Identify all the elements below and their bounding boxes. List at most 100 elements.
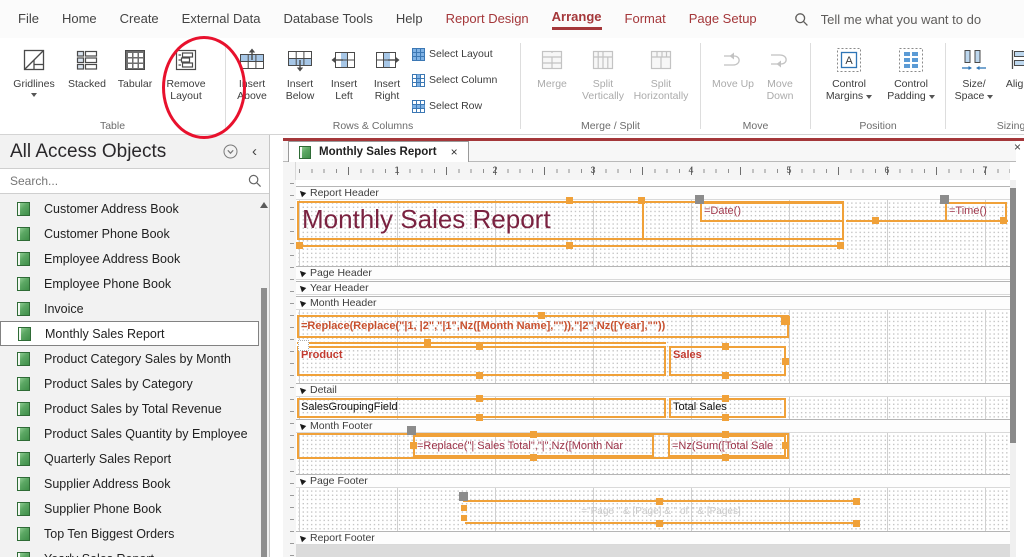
insert-below-button[interactable]: Insert Below bbox=[278, 44, 322, 103]
section-bar-page-header[interactable]: Page Header bbox=[296, 266, 1010, 280]
selection-handle[interactable] bbox=[530, 454, 537, 461]
selection-handle[interactable] bbox=[476, 395, 483, 402]
selection-handle[interactable] bbox=[461, 505, 467, 511]
selection-handle[interactable] bbox=[530, 431, 537, 438]
layout-cell-divider[interactable] bbox=[642, 201, 644, 240]
select-layout-button[interactable]: Select Layout bbox=[412, 46, 493, 62]
vertical-scrollbar-thumb[interactable] bbox=[1010, 188, 1016, 443]
select-column-button[interactable]: Select Column bbox=[412, 72, 497, 88]
tell-me-input[interactable] bbox=[818, 10, 1024, 28]
nav-search-box[interactable] bbox=[0, 168, 269, 194]
selection-handle[interactable] bbox=[566, 197, 573, 204]
menu-help[interactable]: Help bbox=[396, 11, 423, 28]
selection-handle[interactable] bbox=[410, 442, 417, 449]
nav-pane-header[interactable]: All Access Objects ‹ bbox=[0, 135, 269, 168]
menu-report-design[interactable]: Report Design bbox=[446, 11, 529, 28]
section-bar-month-header[interactable]: Month Header bbox=[296, 296, 1010, 310]
time-textbox[interactable]: =Time() bbox=[945, 202, 1007, 222]
nav-item-product-sales-by-total-revenue[interactable]: Product Sales by Total Revenue bbox=[0, 396, 259, 421]
nav-item-supplier-address-book[interactable]: Supplier Address Book bbox=[0, 471, 259, 496]
nav-item-employee-phone-book[interactable]: Employee Phone Book bbox=[0, 271, 259, 296]
layout-row-line[interactable] bbox=[846, 220, 1008, 222]
nav-search-input[interactable] bbox=[8, 173, 248, 189]
selection-handle[interactable] bbox=[656, 498, 663, 505]
remove-layout-button[interactable]: Remove Layout bbox=[160, 44, 212, 103]
nav-pane-menu-icon[interactable] bbox=[223, 144, 238, 159]
selection-handle[interactable] bbox=[296, 242, 303, 249]
move-handle[interactable] bbox=[459, 492, 468, 501]
control-margins-button[interactable]: A Control Margins bbox=[820, 44, 878, 103]
nav-item-product-category-sales-by-month[interactable]: Product Category Sales by Month bbox=[0, 346, 259, 371]
tab-monthly-sales-report[interactable]: Monthly Sales Report × bbox=[288, 141, 469, 162]
vertical-scrollbar[interactable] bbox=[1010, 180, 1016, 557]
nav-item-supplier-phone-book[interactable]: Supplier Phone Book bbox=[0, 496, 259, 521]
nav-item-employee-address-book[interactable]: Employee Address Book bbox=[0, 246, 259, 271]
menu-page-setup[interactable]: Page Setup bbox=[689, 11, 757, 28]
selection-handle[interactable] bbox=[538, 312, 545, 319]
selection-handle[interactable] bbox=[722, 395, 729, 402]
move-handle[interactable] bbox=[407, 426, 416, 435]
menu-database-tools[interactable]: Database Tools bbox=[283, 11, 372, 28]
selection-handle[interactable] bbox=[872, 217, 879, 224]
selection-handle[interactable] bbox=[566, 242, 573, 249]
section-bar-month-footer[interactable]: Month Footer bbox=[296, 419, 1010, 433]
align-button[interactable]: Align bbox=[1000, 44, 1024, 90]
selection-handle[interactable] bbox=[461, 515, 467, 521]
selection-handle[interactable] bbox=[853, 520, 860, 527]
selection-handle[interactable] bbox=[722, 454, 729, 461]
selection-handle[interactable] bbox=[656, 520, 663, 527]
insert-left-button[interactable]: Insert Left bbox=[324, 44, 364, 103]
nav-item-monthly-sales-report[interactable]: Monthly Sales Report bbox=[0, 321, 259, 346]
control-padding-button[interactable]: Control Padding bbox=[882, 44, 940, 103]
move-handle[interactable] bbox=[695, 195, 704, 204]
menu-create[interactable]: Create bbox=[120, 11, 159, 28]
section-bar-page-footer[interactable]: Page Footer bbox=[296, 474, 1010, 488]
selection-handle[interactable] bbox=[476, 414, 483, 421]
insert-right-button[interactable]: Insert Right bbox=[366, 44, 408, 103]
selection-handle[interactable] bbox=[1000, 217, 1007, 224]
selection-handle[interactable] bbox=[638, 197, 645, 204]
layout-anchor-icon[interactable] bbox=[298, 340, 309, 351]
nav-item-customer-address-book[interactable]: Customer Address Book bbox=[0, 196, 259, 221]
nav-item-yearly-sales-report[interactable]: Yearly Sales Report bbox=[0, 546, 259, 557]
menu-external-data[interactable]: External Data bbox=[182, 11, 261, 28]
select-row-button[interactable]: Select Row bbox=[412, 98, 482, 114]
report-title-label[interactable]: Monthly Sales Report bbox=[300, 203, 640, 236]
insert-above-button[interactable]: Insert Above bbox=[230, 44, 274, 103]
close-icon[interactable]: × bbox=[1014, 140, 1021, 154]
date-textbox[interactable]: =Date() bbox=[700, 202, 844, 222]
shutter-close-icon[interactable]: ‹ bbox=[252, 143, 257, 160]
section-bar-report-footer[interactable]: Report Footer bbox=[296, 531, 1010, 545]
nav-item-product-sales-by-category[interactable]: Product Sales by Category bbox=[0, 371, 259, 396]
section-bar-report-header[interactable]: Report Header bbox=[296, 186, 1010, 200]
section-bar-year-header[interactable]: Year Header bbox=[296, 281, 1010, 295]
size-space-button[interactable]: Size/ Space bbox=[952, 44, 996, 103]
menu-arrange[interactable]: Arrange bbox=[551, 9, 602, 30]
nav-item-top-ten-biggest-orders[interactable]: Top Ten Biggest Orders bbox=[0, 521, 259, 546]
scroll-up-icon[interactable] bbox=[260, 202, 268, 208]
selection-handle[interactable] bbox=[722, 343, 729, 350]
menu-format[interactable]: Format bbox=[625, 11, 666, 28]
tabular-button[interactable]: Tabular bbox=[112, 44, 158, 90]
section-bar-detail[interactable]: Detail bbox=[296, 383, 1010, 397]
menu-home[interactable]: Home bbox=[62, 11, 97, 28]
selection-handle[interactable] bbox=[782, 358, 789, 365]
nav-item-product-sales-quantity-by-employee[interactable]: Product Sales Quantity by Employee bbox=[0, 421, 259, 446]
tell-me-box[interactable] bbox=[794, 10, 1024, 28]
selection-handle[interactable] bbox=[781, 316, 790, 325]
menu-file[interactable]: File bbox=[18, 11, 39, 28]
selection-handle[interactable] bbox=[837, 242, 844, 249]
close-icon[interactable]: × bbox=[451, 146, 458, 158]
nav-scrollbar[interactable] bbox=[260, 196, 268, 557]
nav-item-invoice[interactable]: Invoice bbox=[0, 296, 259, 321]
selection-handle[interactable] bbox=[424, 339, 431, 346]
selection-handle[interactable] bbox=[476, 372, 483, 379]
selection-handle[interactable] bbox=[722, 372, 729, 379]
gridlines-button[interactable]: Gridlines bbox=[8, 44, 60, 98]
selection-handle[interactable] bbox=[722, 431, 729, 438]
selection-handle[interactable] bbox=[782, 442, 789, 449]
selection-handle[interactable] bbox=[722, 414, 729, 421]
nav-item-quarterly-sales-report[interactable]: Quarterly Sales Report bbox=[0, 446, 259, 471]
move-handle[interactable] bbox=[940, 195, 949, 204]
stacked-button[interactable]: Stacked bbox=[64, 44, 110, 90]
